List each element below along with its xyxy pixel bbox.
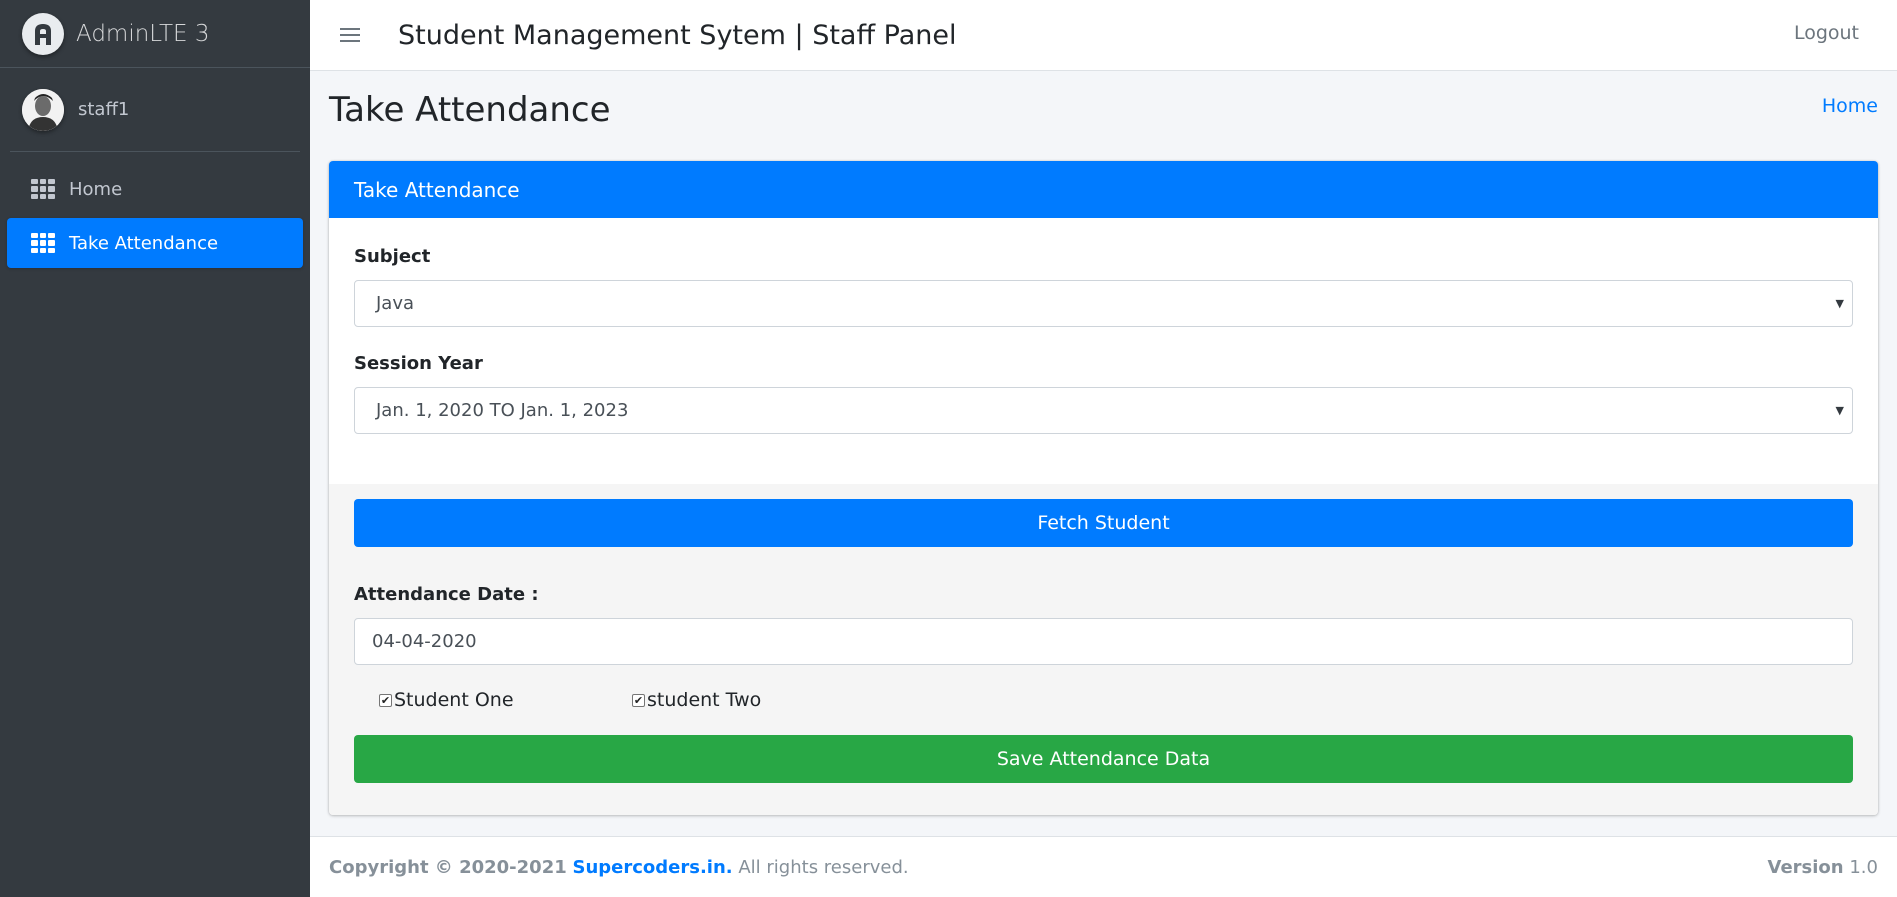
version-info: Version 1.0 [1768,857,1878,878]
brand-text: AdminLTE 3 [76,20,210,47]
content-wrapper: Take Attendance Home Take Attendance Sub… [310,71,1897,837]
sidebar-item-label: Home [69,178,123,200]
hamburger-menu-icon[interactable] [340,28,360,42]
session-year-select[interactable]: Jan. 1, 2020 TO Jan. 1, 2023 ▼ [354,387,1853,434]
avatar [22,88,64,131]
main-footer: Copyright © 2020-2021 Supercoders.in. Al… [310,836,1897,897]
student-name: student Two [647,689,762,711]
logout-link[interactable]: Logout [1794,22,1859,44]
subject-select[interactable]: Java ▼ [354,280,1853,327]
version-label: Version [1767,856,1844,878]
sidebar-item-label: Take Attendance [69,232,219,254]
user-panel[interactable]: staff1 [10,68,300,152]
attendance-card: Take Attendance Subject Java ▼ Session Y… [329,161,1878,815]
checkbox-checked-icon[interactable]: ✔ [632,693,645,707]
grid-icon [31,179,55,199]
card-body: Subject Java ▼ Session Year Jan. 1, 2020… [329,218,1878,484]
sidebar-item-home[interactable]: Home [7,164,303,214]
breadcrumb-home-link[interactable]: Home [1822,95,1878,117]
sidebar-nav: Home Take Attendance [0,152,310,284]
attendance-date-input[interactable]: 04-04-2020 [354,618,1853,665]
version-value: 1.0 [1849,856,1878,878]
top-navbar: Student Management Sytem | Staff Panel L… [310,0,1897,71]
checkbox-checked-icon[interactable]: ✔ [379,693,392,707]
app-title: Student Management Sytem | Staff Panel [398,19,957,51]
brand-link[interactable]: AdminLTE 3 [0,0,310,68]
student-checkbox-item[interactable]: ✔ Student One [379,689,632,711]
card-title: Take Attendance [329,161,1878,218]
card-footer: Fetch Student Attendance Date : 04-04-20… [329,484,1878,815]
adminlte-logo-icon [22,12,64,55]
fetch-student-button[interactable]: Fetch Student [354,499,1853,547]
session-year-select-value: Jan. 1, 2020 TO Jan. 1, 2023 [376,400,629,421]
subject-label: Subject [354,246,431,267]
sidebar-item-take-attendance[interactable]: Take Attendance [7,218,303,268]
supercoders-link[interactable]: Supercoders.in. [572,857,732,878]
student-checkbox-item[interactable]: ✔ student Two [632,689,885,711]
copyright-text: Copyright © 2020-2021 [329,856,567,878]
subject-select-value: Java [376,293,415,314]
user-name: staff1 [78,99,130,120]
rights-text: All rights reserved. [738,856,909,878]
student-list: ✔ Student One ✔ student Two [354,665,1853,735]
attendance-date-label: Attendance Date : [354,584,539,605]
chevron-down-icon: ▼ [1835,404,1844,417]
page-title: Take Attendance [329,90,611,130]
student-name: Student One [394,689,514,711]
save-attendance-button[interactable]: Save Attendance Data [354,735,1853,783]
sidebar: AdminLTE 3 staff1 Home Take Attendance [0,0,310,897]
session-year-label: Session Year [354,353,483,374]
chevron-down-icon: ▼ [1835,297,1844,310]
grid-icon [31,233,55,253]
